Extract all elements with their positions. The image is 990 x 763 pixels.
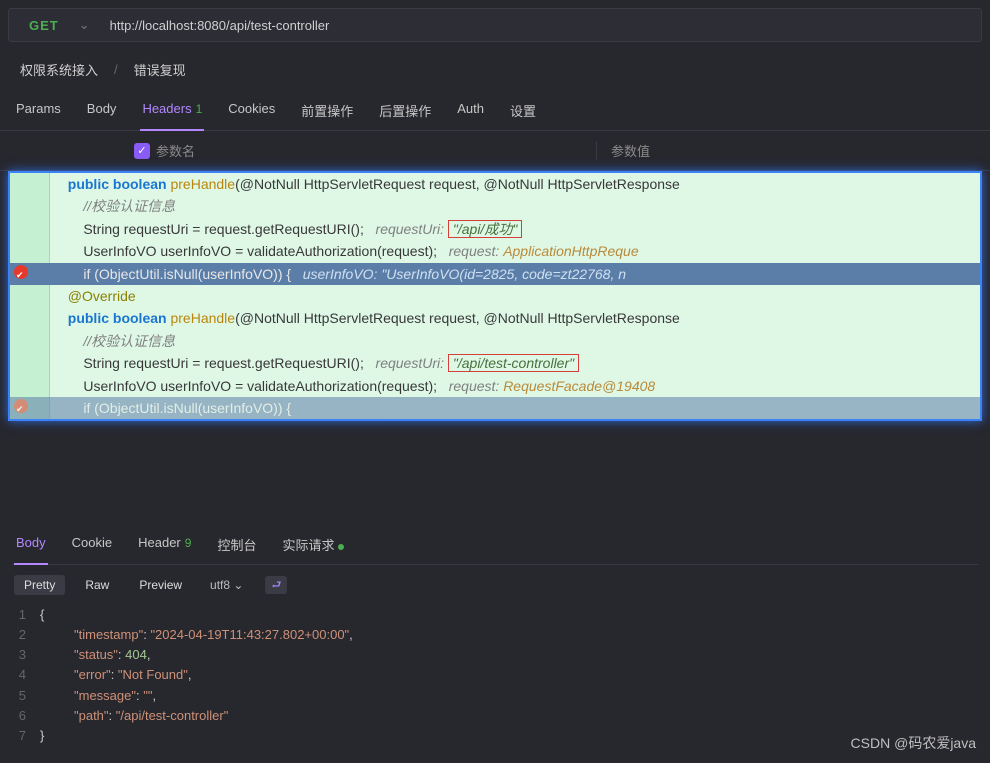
- rtab-actual[interactable]: 实际请求: [280, 529, 346, 564]
- view-preview-button[interactable]: Preview: [129, 575, 192, 595]
- url-bar: GET ⌄ http://localhost:8080/api/test-con…: [8, 8, 982, 42]
- col-param-name: 参数名: [144, 141, 596, 160]
- breadcrumb-sep: /: [114, 62, 118, 77]
- code-line-executing: if (ObjectUtil.isNull(userInfoVO)) {: [10, 397, 980, 419]
- rtab-actual-label: 实际请求: [282, 538, 334, 553]
- tab-headers[interactable]: Headers 1: [140, 95, 204, 130]
- code-line: UserInfoVO userInfoVO = validateAuthoriz…: [10, 240, 980, 262]
- tab-body[interactable]: Body: [85, 95, 119, 130]
- tab-settings[interactable]: 设置: [508, 95, 538, 130]
- response-panel: Body Cookie Header 9 控制台 实际请求 Pretty Raw …: [0, 523, 990, 746]
- rtab-cookie[interactable]: Cookie: [70, 529, 114, 564]
- breadcrumb: 权限系统接入 / 错误复现: [0, 50, 990, 89]
- code-line: public boolean preHandle(@NotNull HttpSe…: [10, 307, 980, 329]
- breakpoint-icon[interactable]: [14, 265, 28, 279]
- watermark: CSDN @码农爱java: [851, 733, 976, 753]
- tab-cookies[interactable]: Cookies: [226, 95, 277, 130]
- url-input[interactable]: http://localhost:8080/api/test-controlle…: [110, 18, 330, 33]
- code-line: String requestUri = request.getRequestUR…: [10, 352, 980, 374]
- response-json: 1{ 2"timestamp": "2024-04-19T11:43:27.80…: [12, 605, 978, 746]
- chevron-down-icon: ⌄: [233, 578, 243, 592]
- code-line: public boolean preHandle(@NotNull HttpSe…: [10, 173, 980, 195]
- request-tabs: Params Body Headers 1 Cookies 前置操作 后置操作 A…: [0, 89, 990, 131]
- code-line: //校验认证信息: [10, 195, 980, 217]
- rtab-header-label: Header: [138, 535, 181, 550]
- headers-table-header: ✓ 参数名 参数值: [0, 131, 990, 171]
- chevron-down-icon[interactable]: ⌄: [79, 17, 90, 33]
- code-line: UserInfoVO userInfoVO = validateAuthoriz…: [10, 375, 980, 397]
- breadcrumb-leaf[interactable]: 错误复现: [134, 60, 186, 79]
- tab-headers-label: Headers: [142, 101, 191, 116]
- view-raw-button[interactable]: Raw: [75, 575, 119, 595]
- tab-params[interactable]: Params: [14, 95, 63, 130]
- tab-headers-count: 1: [196, 102, 203, 116]
- encoding-select[interactable]: utf8 ⌄: [210, 578, 243, 592]
- tab-auth[interactable]: Auth: [455, 95, 486, 130]
- response-tabs: Body Cookie Header 9 控制台 实际请求: [12, 523, 978, 565]
- rtab-header-count: 9: [185, 536, 192, 550]
- tab-post-action[interactable]: 后置操作: [377, 95, 433, 130]
- col-param-value: 参数值: [596, 141, 976, 160]
- debug-code-overlay: public boolean preHandle(@NotNull HttpSe…: [8, 171, 982, 421]
- rtab-console[interactable]: 控制台: [215, 529, 258, 564]
- breadcrumb-root[interactable]: 权限系统接入: [20, 60, 98, 79]
- code-line: @Override: [10, 285, 980, 307]
- view-pretty-button[interactable]: Pretty: [14, 575, 65, 595]
- code-line-executing: if (ObjectUtil.isNull(userInfoVO)) { use…: [10, 263, 980, 285]
- http-method[interactable]: GET: [29, 18, 59, 33]
- code-line: //校验认证信息: [10, 330, 980, 352]
- rtab-body[interactable]: Body: [14, 529, 48, 564]
- code-line: String requestUri = request.getRequestUR…: [10, 218, 980, 240]
- breakpoint-icon[interactable]: [14, 399, 28, 413]
- status-dot-icon: [338, 544, 344, 550]
- wrap-lines-icon[interactable]: ⮐: [265, 576, 287, 594]
- tab-pre-action[interactable]: 前置操作: [299, 95, 355, 130]
- response-view-modes: Pretty Raw Preview utf8 ⌄ ⮐: [12, 565, 978, 605]
- rtab-header[interactable]: Header 9: [136, 529, 193, 564]
